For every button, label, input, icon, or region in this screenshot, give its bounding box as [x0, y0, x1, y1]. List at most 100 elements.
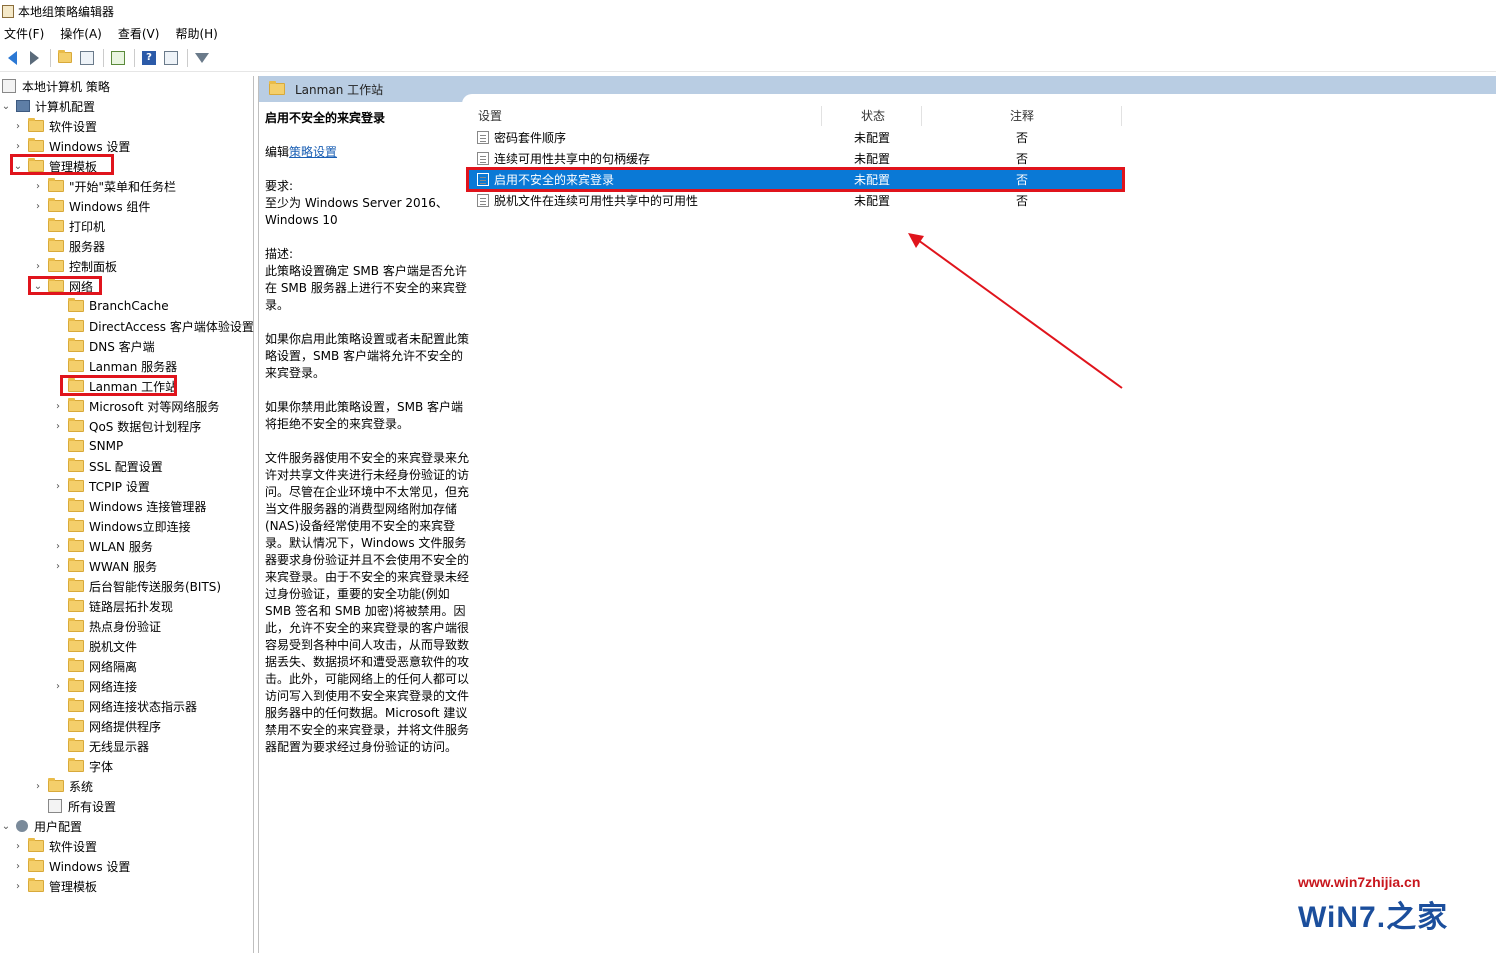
chevron-right-icon[interactable]: › [32, 260, 44, 272]
tree-item-net-status[interactable]: 网络连接状态指示器 [68, 696, 197, 716]
tree-item-windows-components[interactable]: › Windows 组件 [32, 196, 150, 216]
folder-icon [68, 738, 84, 752]
chevron-right-icon[interactable]: › [52, 540, 64, 552]
edit-line: 编辑策略设置 [265, 144, 470, 161]
folder-icon [68, 518, 84, 532]
setting-comment: 否 [1016, 194, 1029, 208]
properties-icon[interactable] [161, 48, 181, 68]
tree-item-root[interactable]: 本地计算机 策略 [2, 76, 110, 96]
tree-item-cc-windows[interactable]: › Windows 设置 [12, 136, 130, 156]
tree-item-uc-admin[interactable]: › 管理模板 [12, 876, 97, 896]
tree-item-hotspot[interactable]: 热点身份验证 [68, 616, 161, 636]
tree-item-fonts[interactable]: 字体 [68, 756, 113, 776]
tree-item-uc-software[interactable]: › 软件设置 [12, 836, 97, 856]
column-header-comment[interactable]: 注释 [1010, 104, 1034, 126]
tree-item-start-menu[interactable]: › "开始"菜单和任务栏 [32, 176, 176, 196]
show-hide-tree-icon[interactable] [77, 48, 97, 68]
tree-item-ms-p2p[interactable]: › Microsoft 对等网络服务 [52, 396, 219, 416]
chevron-right-icon[interactable]: › [32, 200, 44, 212]
list-row[interactable]: 连续可用性共享中的句柄缓存 未配置 否 [466, 148, 1124, 169]
menu-action[interactable]: 操作(A) [60, 25, 102, 42]
menu-view[interactable]: 查看(V) [118, 25, 160, 42]
tree-item-ssl[interactable]: SSL 配置设置 [68, 456, 163, 476]
tree-item-system[interactable]: › 系统 [32, 776, 93, 796]
folder-icon [68, 438, 84, 452]
chevron-right-icon[interactable]: › [32, 180, 44, 192]
chevron-right-icon[interactable]: › [52, 400, 64, 412]
folder-icon [68, 318, 84, 332]
tree-item-win-instant[interactable]: Windows立即连接 [68, 516, 191, 536]
menu-file[interactable]: 文件(F) [4, 25, 44, 42]
tree-item-net-isolation[interactable]: 网络隔离 [68, 656, 137, 676]
column-separator[interactable] [1121, 106, 1122, 126]
filter-icon[interactable] [192, 48, 212, 68]
tree-item-wlan[interactable]: › WLAN 服务 [52, 536, 153, 556]
tree-item-snmp[interactable]: SNMP [68, 436, 123, 456]
folder-icon [68, 758, 84, 772]
column-separator[interactable] [821, 106, 822, 126]
navigation-tree: 本地计算机 策略 ⌄ 计算机配置 › 软件设置 › Windows 设置 ⌄ 管… [0, 76, 254, 953]
tree-item-net-provider[interactable]: 网络提供程序 [68, 716, 161, 736]
tree-item-win-conn-mgr[interactable]: Windows 连接管理器 [68, 496, 206, 516]
chevron-right-icon[interactable]: › [12, 860, 24, 872]
export-list-icon[interactable] [108, 48, 128, 68]
chevron-right-icon[interactable]: › [32, 780, 44, 792]
column-separator[interactable] [921, 106, 922, 126]
chevron-right-icon[interactable]: › [12, 120, 24, 132]
tree-item-computer-config[interactable]: ⌄ 计算机配置 [0, 96, 95, 116]
column-header-state[interactable]: 状态 [861, 104, 885, 126]
chevron-right-icon[interactable]: › [12, 140, 24, 152]
folder-icon [68, 718, 84, 732]
tree-item-net-connections[interactable]: › 网络连接 [52, 676, 137, 696]
tree-item-wwan[interactable]: › WWAN 服务 [52, 556, 157, 576]
chevron-right-icon[interactable]: › [52, 680, 64, 692]
tree-item-servers[interactable]: 服务器 [48, 236, 105, 256]
chevron-down-icon[interactable]: ⌄ [0, 100, 12, 112]
tree-item-qos[interactable]: › QoS 数据包计划程序 [52, 416, 201, 436]
pane-header-title: Lanman 工作站 [295, 82, 384, 97]
up-folder-icon[interactable] [55, 48, 75, 68]
tree-label: 后台智能传送服务(BITS) [89, 579, 222, 594]
toolbar: ? [0, 44, 1496, 72]
menu-help[interactable]: 帮助(H) [175, 25, 217, 42]
folder-icon [28, 138, 44, 152]
chevron-right-icon[interactable]: › [12, 880, 24, 892]
tree-label: 热点身份验证 [89, 619, 162, 634]
folder-icon [48, 218, 64, 232]
edit-policy-link[interactable]: 策略设置 [289, 145, 337, 159]
policy-setting-icon [477, 152, 489, 165]
chevron-right-icon[interactable]: › [52, 560, 64, 572]
tree-item-lltd[interactable]: 链路层拓扑发现 [68, 596, 173, 616]
tree-item-dns-client[interactable]: DNS 客户端 [68, 336, 155, 356]
list-row[interactable]: 密码套件顺序 未配置 否 [466, 127, 1124, 148]
tree-item-tcpip[interactable]: › TCPIP 设置 [52, 476, 150, 496]
setting-state: 未配置 [854, 131, 891, 145]
setting-state: 未配置 [854, 194, 891, 208]
column-header-setting[interactable]: 设置 [478, 104, 502, 126]
tree-item-wireless-display[interactable]: 无线显示器 [68, 736, 149, 756]
list-row[interactable]: 脱机文件在连续可用性共享中的可用性 未配置 否 [466, 190, 1124, 211]
folder-icon [68, 358, 84, 372]
description-para-3: 如果你禁用此策略设置，SMB 客户端将拒绝不安全的来宾登录。 [265, 400, 464, 431]
tree-label: 软件设置 [49, 839, 98, 854]
chevron-right-icon[interactable]: › [52, 420, 64, 432]
tree-item-control-panel[interactable]: › 控制面板 [32, 256, 117, 276]
back-arrow-icon[interactable] [2, 48, 22, 68]
tree-item-user-config[interactable]: ⌄ 用户配置 [0, 816, 82, 836]
tree-item-branchcache[interactable]: BranchCache [68, 296, 169, 316]
tree-item-lanman-server[interactable]: Lanman 服务器 [68, 356, 177, 376]
tree-item-offline-files[interactable]: 脱机文件 [68, 636, 137, 656]
tree-item-directaccess[interactable]: DirectAccess 客户端体验设置 [68, 316, 254, 336]
chevron-right-icon[interactable]: › [52, 480, 64, 492]
chevron-right-icon[interactable]: › [12, 840, 24, 852]
help-icon[interactable]: ? [139, 48, 159, 68]
folder-icon [28, 878, 44, 892]
tree-item-bits[interactable]: 后台智能传送服务(BITS) [68, 576, 221, 596]
forward-arrow-icon[interactable] [24, 48, 44, 68]
tree-label: WWAN 服务 [89, 559, 158, 574]
tree-item-cc-software[interactable]: › 软件设置 [12, 116, 97, 136]
tree-item-printers[interactable]: 打印机 [48, 216, 105, 236]
chevron-down-icon[interactable]: ⌄ [0, 820, 12, 832]
tree-item-all-settings[interactable]: 所有设置 [48, 796, 116, 816]
tree-item-uc-windows[interactable]: › Windows 设置 [12, 856, 130, 876]
